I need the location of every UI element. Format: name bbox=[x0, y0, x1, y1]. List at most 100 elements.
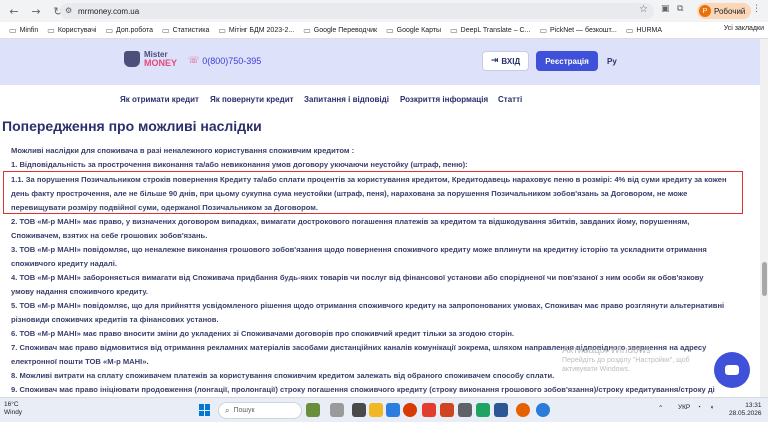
firefox-icon[interactable] bbox=[516, 403, 530, 417]
chrome-icon[interactable] bbox=[536, 403, 550, 417]
bookmark-item[interactable]: ▭ DeepL Translate – С... bbox=[450, 26, 530, 35]
office-icon[interactable] bbox=[403, 403, 417, 417]
login-icon: ⇥ bbox=[490, 56, 499, 66]
menu-icon[interactable]: ⋮ bbox=[752, 4, 761, 14]
extensions-icon[interactable]: ⧉ bbox=[677, 4, 683, 14]
windows-activation-watermark: Активація Windows Перейдіть до розділу "… bbox=[562, 345, 722, 374]
wifi-icon[interactable]: ◔ bbox=[697, 404, 701, 411]
register-button[interactable]: Реєстрація bbox=[536, 51, 598, 71]
folder-icon: ▭ bbox=[539, 25, 547, 35]
scrollbar-thumb[interactable] bbox=[762, 262, 767, 296]
bookmark-item[interactable]: ▭ Користувачі bbox=[47, 26, 96, 35]
app-icon[interactable] bbox=[352, 403, 366, 417]
site-info-icon[interactable]: ⚙ bbox=[65, 6, 72, 15]
store-icon[interactable] bbox=[386, 403, 400, 417]
clock[interactable]: 13:31 28.05.2026 bbox=[729, 402, 762, 418]
content-line: споживчого кредиту надалі. bbox=[11, 259, 117, 268]
nav-item-repay-credit[interactable]: Як повернути кредит bbox=[210, 95, 294, 104]
bookmark-item[interactable]: ▭ PickNet — безкошт... bbox=[539, 26, 616, 35]
address-bar[interactable]: ⚙ mrmoney.com.ua ☆ bbox=[60, 3, 654, 19]
page-title: Попередження про можливі наслідки bbox=[2, 118, 262, 134]
nav-item-faq[interactable]: Запитання і відповіді bbox=[304, 95, 389, 104]
chat-button[interactable] bbox=[714, 352, 750, 388]
back-icon[interactable]: ← bbox=[6, 3, 22, 19]
logo[interactable]: Mister MONEY bbox=[124, 50, 177, 68]
taskbar-search-label: Пошук bbox=[233, 407, 255, 414]
content-line: 2. ТОВ «М-р МАНІ» має право, у визначени… bbox=[11, 217, 690, 226]
folder-icon: ▭ bbox=[386, 25, 394, 35]
login-button[interactable]: ⇥ ВХІД bbox=[482, 51, 529, 71]
content-line: Споживачем, взятих на себе грошових зобо… bbox=[11, 231, 208, 240]
bookmark-item[interactable]: ▭ HURMA bbox=[626, 26, 662, 35]
language-indicator[interactable]: УКР bbox=[678, 404, 690, 411]
all-bookmarks[interactable]: Усі закладки bbox=[724, 25, 764, 32]
folder-icon: ▭ bbox=[9, 25, 17, 35]
word-icon[interactable] bbox=[494, 403, 508, 417]
content-line: 4. ТОВ «М-р МАНІ» забороняється вимагати… bbox=[11, 273, 704, 282]
avatar: Р bbox=[699, 5, 711, 17]
page-scrollbar[interactable] bbox=[760, 39, 768, 397]
content-line: 8. Можливі витрати на сплату споживачем … bbox=[11, 371, 555, 380]
content-line: 1. Відповідальність за прострочення вико… bbox=[11, 160, 468, 169]
folder-icon: ▭ bbox=[450, 25, 458, 35]
bookmark-star-icon[interactable]: ☆ bbox=[639, 4, 648, 15]
bookmark-item[interactable]: ▭ Статистика bbox=[162, 26, 209, 35]
language-switch[interactable]: Ру bbox=[607, 57, 617, 66]
bookmark-item[interactable]: ▭ Google Переводчик bbox=[303, 26, 377, 35]
browser-toolbar: ← → ↻ ⚙ mrmoney.com.ua ☆ ▣ ⧉ Р Робочий ⋮ bbox=[0, 0, 768, 22]
bookmark-item[interactable]: ▭ Мітінг БДМ 2023-2... bbox=[218, 26, 294, 35]
content-line: 6. ТОВ «М-р МАНІ» має право вносити змін… bbox=[11, 329, 515, 338]
file-explorer-icon[interactable] bbox=[369, 403, 383, 417]
register-label: Реєстрація bbox=[545, 56, 589, 66]
screenshot-icon[interactable]: ▣ bbox=[661, 4, 670, 14]
bookmark-label: Користувачі bbox=[57, 26, 97, 34]
pdf-icon[interactable] bbox=[422, 403, 436, 417]
profile-label: Робочий bbox=[714, 6, 746, 16]
nav-item-disclosure[interactable]: Розкриття інформація bbox=[400, 95, 488, 104]
folder-icon: ▭ bbox=[303, 25, 311, 35]
task-view-icon[interactable] bbox=[330, 403, 344, 417]
phone-link[interactable]: ☏ 0(800)750-395 bbox=[188, 56, 261, 66]
content-line: умову надання споживчого кредиту. bbox=[11, 287, 149, 296]
bookmark-label: HURMA bbox=[636, 26, 663, 34]
bookmark-item[interactable]: ▭ Доп.робота bbox=[105, 26, 153, 35]
start-icon[interactable] bbox=[199, 404, 211, 416]
search-icon: ⌕ bbox=[225, 405, 230, 415]
nav-item-articles[interactable]: Статті bbox=[498, 95, 522, 104]
app2-icon[interactable] bbox=[458, 403, 472, 417]
folder-icon: ▭ bbox=[218, 25, 226, 35]
login-label: ВХІД bbox=[501, 56, 521, 66]
forward-icon[interactable]: → bbox=[28, 3, 44, 19]
bookmark-label: Мітінг БДМ 2023-2... bbox=[228, 26, 295, 34]
content-line: 3. ТОВ «М-р МАНІ» повідомляє, що неналеж… bbox=[11, 245, 707, 254]
bookmark-label: Google Карты bbox=[396, 26, 442, 34]
phone-number: 0(800)750-395 bbox=[202, 56, 262, 66]
logo-text-bottom: MONEY bbox=[144, 58, 178, 68]
activation-subtitle: Перейдіть до розділу "Настройки", щоб ак… bbox=[562, 357, 690, 373]
nav-item-get-credit[interactable]: Як отримати кредит bbox=[120, 95, 199, 104]
folder-icon: ▭ bbox=[162, 25, 170, 35]
powerpoint-icon[interactable] bbox=[440, 403, 454, 417]
folder-icon: ▭ bbox=[105, 25, 114, 35]
volume-icon[interactable]: ◖ bbox=[710, 404, 714, 411]
excel-icon[interactable] bbox=[476, 403, 490, 417]
bookmarks-bar: ▭ Minfin ▭ Користувачі ▭ Доп.робота ▭ Статистик… bbox=[0, 22, 768, 39]
bookmark-label: Minfin bbox=[19, 26, 39, 34]
widgets-icon[interactable] bbox=[306, 403, 320, 417]
bookmark-label: Доп.робота bbox=[116, 26, 154, 34]
content-line: 5. ТОВ «М-р МАНІ» повідомляє, що для при… bbox=[11, 301, 725, 310]
bookmark-item[interactable]: ▭ Minfin bbox=[9, 26, 38, 35]
tray-chevron-icon[interactable]: ⌃ bbox=[658, 404, 663, 412]
activation-title: Активація Windows bbox=[562, 345, 651, 356]
phone-icon: ☏ bbox=[188, 56, 200, 66]
taskbar-search[interactable]: ⌕ Пошук bbox=[218, 402, 302, 419]
content-line: Можливі наслідки для споживача в разі не… bbox=[11, 146, 355, 155]
site-header: Mister MONEY ☏ 0(800)750-395 ⇥ ВХІД Реєс… bbox=[0, 39, 768, 85]
weather-widget[interactable]: 16°C Windy bbox=[4, 401, 22, 417]
content-line: різновиди споживчих кредитів та фінансов… bbox=[11, 315, 219, 324]
main-nav: Як отримати кредит Як повернути кредит З… bbox=[0, 85, 768, 113]
bookmark-label: Google Переводчик bbox=[313, 26, 378, 34]
weather-temp: 16°C bbox=[4, 401, 19, 408]
profile-button[interactable]: Р Робочий bbox=[697, 3, 752, 19]
bookmark-item[interactable]: ▭ Google Карты bbox=[386, 26, 441, 35]
